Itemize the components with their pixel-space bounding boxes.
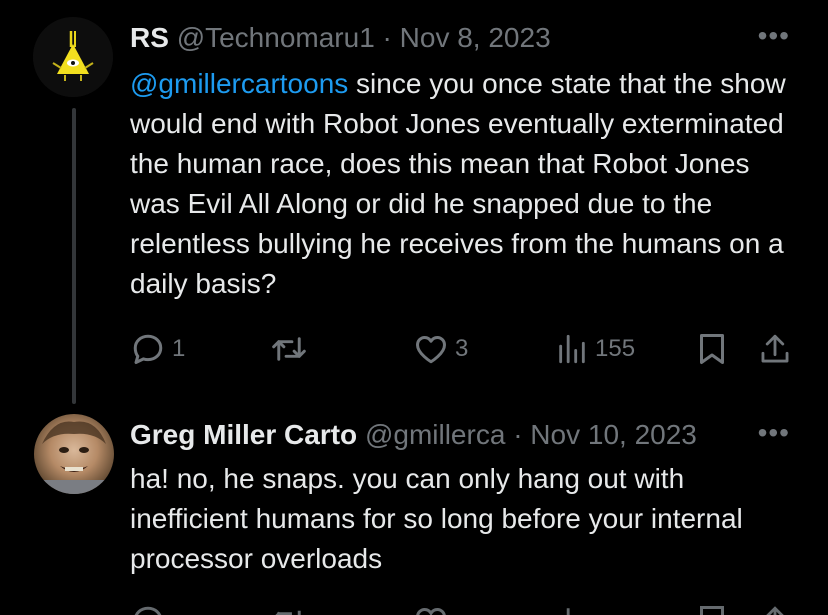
separator: ·	[382, 22, 392, 53]
like-button[interactable]: 3	[413, 327, 468, 371]
display-name[interactable]: RS	[130, 22, 169, 53]
separator: ·	[513, 419, 523, 450]
tweet-header: Greg Miller Carto @gmillerca · Nov 10, 2…	[130, 417, 697, 453]
views-button[interactable]	[555, 599, 589, 615]
bookmark-icon	[700, 606, 724, 615]
share-icon	[761, 334, 789, 363]
reply-icon	[134, 606, 162, 615]
display-name[interactable]: Greg Miller Carto	[130, 419, 357, 450]
views-count: 155	[595, 335, 636, 362]
more-icon[interactable]: •••	[758, 417, 790, 449]
face-photo-icon	[34, 421, 114, 494]
like-button[interactable]	[413, 599, 449, 615]
tweet-text: @gmillercartoons since you once state th…	[130, 64, 790, 304]
views-button[interactable]: 155	[555, 327, 635, 371]
tweet-body-text: since you once state that the show would…	[130, 68, 786, 299]
retweet-icon	[272, 337, 306, 361]
tweet-greg-miller[interactable]: Greg Miller Carto @gmillerca · Nov 10, 2…	[0, 405, 828, 615]
handle[interactable]: @gmillerca	[365, 419, 505, 450]
like-icon	[416, 335, 446, 364]
more-icon[interactable]: •••	[758, 20, 790, 52]
tweet-rs[interactable]: RS @Technomaru1 · Nov 8, 2023 ••• @gmill…	[0, 0, 828, 405]
share-button[interactable]	[758, 599, 792, 615]
views-icon	[559, 334, 585, 364]
share-button[interactable]	[758, 327, 792, 371]
tweet-header: RS @Technomaru1 · Nov 8, 2023	[130, 20, 551, 56]
triangle-eye-avatar-icon	[33, 17, 113, 97]
reply-icon	[133, 334, 163, 364]
thread-line	[72, 108, 76, 404]
reply-button[interactable]: 1	[130, 327, 185, 371]
tweet-text: ha! no, he snaps. you can only hang out …	[130, 463, 743, 574]
retweet-button[interactable]	[270, 327, 314, 371]
action-bar	[130, 599, 795, 615]
like-count: 3	[455, 335, 469, 362]
handle[interactable]: @Technomaru1	[177, 22, 375, 53]
retweet-button[interactable]	[270, 599, 308, 615]
timestamp[interactable]: Nov 10, 2023	[530, 419, 697, 450]
rs-avatar[interactable]	[33, 17, 113, 97]
bookmark-button[interactable]	[697, 599, 727, 615]
views-icon	[566, 608, 570, 615]
share-icon	[766, 606, 784, 615]
like-icon	[416, 607, 446, 615]
reply-count: 1	[172, 335, 186, 362]
bookmark-button[interactable]	[697, 327, 727, 371]
bookmark-icon	[700, 334, 724, 364]
action-bar: 1 3 155	[130, 327, 795, 371]
retweet-icon	[275, 610, 301, 615]
mention-link[interactable]: @gmillercartoons	[130, 68, 348, 99]
reply-button[interactable]	[130, 599, 166, 615]
timestamp[interactable]: Nov 8, 2023	[400, 22, 551, 53]
greg-avatar[interactable]	[34, 414, 114, 494]
